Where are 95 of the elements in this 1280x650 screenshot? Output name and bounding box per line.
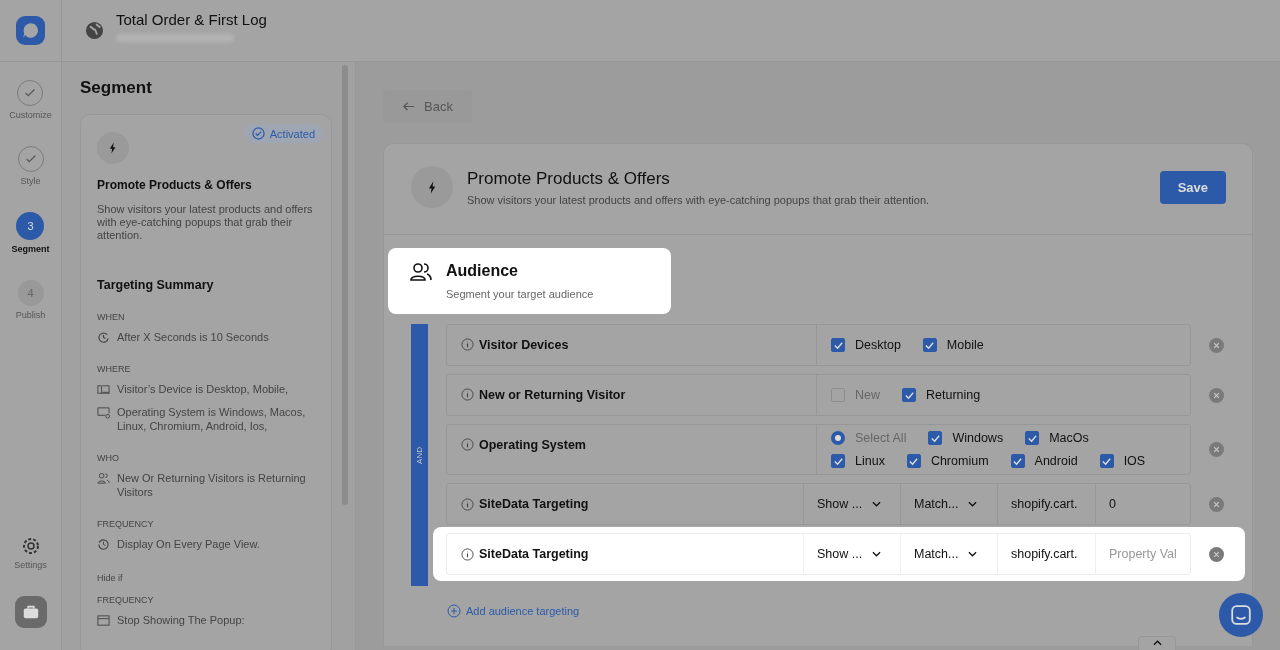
rule-label: Visitor Devices [479,338,569,352]
briefcase-icon [21,603,40,621]
summary-title: Targeting Summary [97,278,215,292]
summary-item: Operating System is Windows, Macos, Linux, Chromium, Android, Ios, [117,405,307,433]
monitor-icon [97,406,110,419]
section-heading: WHEN [97,312,126,322]
option-label: MacOs [1049,431,1089,445]
property-value-field[interactable]: Property Val [1096,534,1190,574]
info-icon [461,338,474,351]
chevron-down-icon [872,501,882,507]
summary-item: Visitor’s Device is Desktop, Mobile, [117,382,289,396]
chevron-down-icon [872,551,882,557]
property-value-field[interactable]: 0 [1096,484,1190,524]
step-label: Customize [9,110,52,120]
select-dropdown[interactable]: Show ... [804,534,901,574]
campaign-description: Show visitors your latest products and offers with eye-catching popups that grab their attention. [97,203,314,242]
save-button[interactable]: Save [1159,170,1226,204]
hide-if-label: Hide if [97,573,124,583]
info-icon [461,438,474,451]
rule-label: New or Returning Visitor [479,388,626,402]
checkbox[interactable] [928,431,943,445]
chevron-down-icon [968,551,978,557]
select-dropdown[interactable]: Match... [901,534,998,574]
checkbox[interactable] [1010,454,1025,468]
checkbox[interactable] [831,338,845,352]
remove-icon[interactable] [1209,496,1224,512]
section-heading: WHO [97,453,120,463]
activated-badge: Activated [243,124,323,143]
remove-icon[interactable] [1209,442,1224,457]
step-label: Style [20,176,41,186]
summary-item: Display On Every Page View. [117,537,260,551]
and-operator-bar: AND [411,324,428,586]
campaign-description: Show visitors your latest products and offers with eye-catching popups that grab their attention. [467,193,931,206]
summary-item: New Or Returning Visitors is Returning Visitors [117,471,307,499]
chat-icon [1230,604,1252,626]
checkbox[interactable] [1025,431,1040,445]
logo-icon [16,16,45,45]
section-heading: FREQUENCY [97,595,155,605]
remove-icon[interactable] [1209,337,1224,353]
plus-circle-icon [447,604,461,618]
option-label: IOS [1123,454,1146,468]
option-label: Android [1034,454,1078,468]
remove-icon[interactable] [1209,546,1224,562]
checkbox[interactable] [1099,454,1114,468]
option-label: Mobile [946,338,984,352]
rule-label: Operating System [479,438,586,452]
checkbox[interactable] [906,454,921,468]
audience-title: Audience [446,262,519,280]
info-icon [461,388,474,401]
audience-subtitle: Segment your target audience [446,288,594,300]
summary-item: After X Seconds is 10 Seconds [117,330,269,344]
step-label: Segment [11,244,50,254]
section-heading: FREQUENCY [97,519,155,529]
checkbox[interactable] [922,338,937,352]
option-label: Desktop [855,338,901,352]
option-label: Linux [855,454,885,468]
checkbox[interactable] [902,388,916,402]
select-dropdown[interactable]: Match... [901,484,998,524]
sidebar-title: Segment [80,78,153,98]
campaign-title: Promote Products & Offers [97,178,253,192]
option-label: Chromium [930,454,989,468]
popup-icon [97,614,110,627]
users-icon [97,472,110,485]
settings-icon[interactable] [20,536,41,556]
checkbox[interactable] [831,454,845,468]
option-label: Windows [952,431,1004,445]
chevron-down-icon [968,501,978,507]
option-label: Select All [855,431,907,445]
page-title: Total Order & First Log [116,11,267,28]
section-heading: WHERE [97,364,132,374]
step-label: Publish [15,310,46,320]
radio-button[interactable] [831,431,845,445]
chevron-up-icon [1152,640,1162,646]
devices-icon [97,383,110,396]
history-icon [97,538,110,551]
step-indicator[interactable]: 3 [16,212,45,240]
settings-label: Settings [14,560,47,570]
summary-item: Stop Showing The Popup: [117,613,245,627]
timer-icon [97,331,110,344]
campaign-title: Promote Products & Offers [467,168,671,189]
bolt-icon [411,166,453,208]
info-icon [461,547,474,561]
rule-label: SiteData Targeting [479,547,589,561]
users-icon [410,263,432,281]
select-dropdown[interactable]: Show ... [804,484,901,524]
option-label: New [855,388,880,402]
info-icon [461,497,474,511]
bolt-icon [97,132,129,164]
option-label: Returning [926,388,981,402]
property-key-field[interactable]: shopify.cart. [998,484,1096,524]
property-key-field[interactable]: shopify.cart. [998,534,1096,574]
briefcase-button[interactable] [14,596,47,628]
remove-icon[interactable] [1209,387,1224,403]
rule-label: SiteData Targeting [479,497,589,511]
arrow-left-icon [402,100,415,113]
